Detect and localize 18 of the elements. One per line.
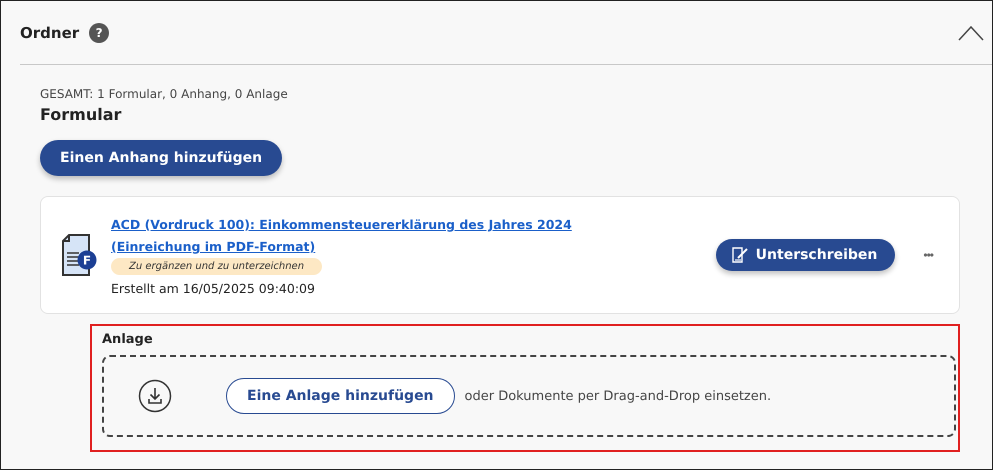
appendix-title: Anlage xyxy=(102,332,154,347)
drop-hint: oder Dokumente per Drag-and-Drop einsetzen. xyxy=(464,388,772,404)
drop-zone[interactable]: Eine Anlage hinzufügen oder Dokumente per Drag-and-Drop einsetzen. xyxy=(102,355,956,437)
download-icon xyxy=(138,379,172,413)
summary-text: GESAMT: 1 Formular, 0 Anhang, 0 Anlage xyxy=(40,87,289,101)
more-button[interactable]: ••• xyxy=(921,246,935,264)
status-badge: Zu ergänzen und zu unterzeichnen xyxy=(111,258,322,275)
sign-button[interactable]: Unterschreiben xyxy=(716,239,896,271)
sign-icon xyxy=(730,245,750,265)
form-title-link[interactable]: (Einreichung im PDF-Format) xyxy=(111,236,316,258)
form-title-link[interactable]: ACD (Vordruck 100): Einkommensteuererklärung des Jahres 2024 xyxy=(111,214,572,236)
section-title: Formular xyxy=(40,105,122,124)
created-date: Erstellt am 16/05/2025 09:40:09 xyxy=(111,281,315,296)
chevron-icon[interactable] xyxy=(958,24,984,40)
add-attachment-button[interactable]: Einen Anhang hinzufügen xyxy=(40,140,282,176)
add-appendix-button[interactable]: Eine Anlage hinzufügen xyxy=(226,378,455,414)
panel-title: Ordner xyxy=(20,24,80,42)
help-icon[interactable]: ? xyxy=(89,22,110,42)
